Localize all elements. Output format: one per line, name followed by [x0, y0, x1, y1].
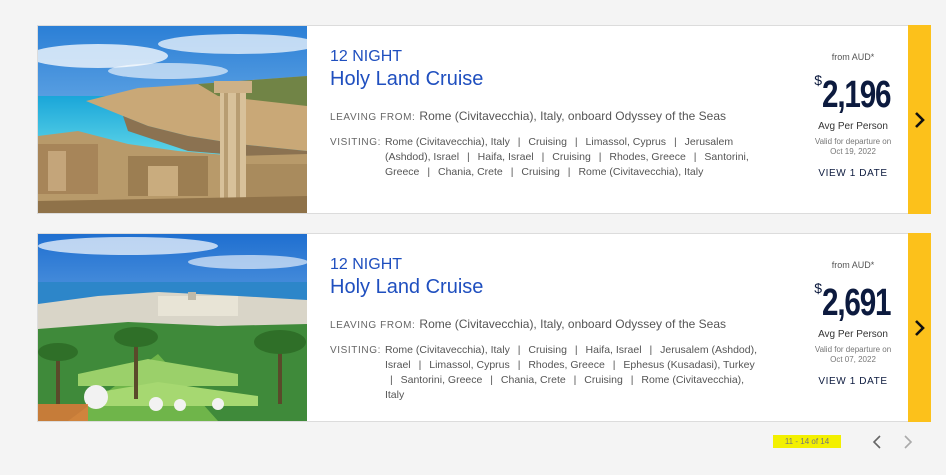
- port-separator: |: [673, 136, 677, 148]
- valid-line-2: Oct 19, 2022: [830, 147, 876, 156]
- visiting-label: VISITING:: [330, 137, 381, 148]
- port-separator: |: [649, 344, 653, 356]
- cruise-card[interactable]: 12 NIGHT Holy Land Cruise LEAVING FROM: R…: [37, 25, 931, 214]
- port-item: Cruising: [528, 344, 567, 356]
- next-page-button[interactable]: [901, 434, 915, 450]
- chevron-right-icon: [914, 111, 925, 128]
- valid-departure: Valid for departure on Oct 07, 2022: [808, 345, 898, 365]
- port-item: Cruising: [528, 136, 567, 148]
- price-amount: $2,196: [808, 72, 898, 117]
- leaving-from-label: LEAVING FROM:: [330, 112, 416, 123]
- leaving-from-value: Rome (Civitavecchia), Italy, onboard Ody…: [419, 109, 726, 123]
- cruise-title[interactable]: Holy Land Cruise: [330, 275, 760, 299]
- leaving-from-value: Rome (Civitavecchia), Italy, onboard Ody…: [419, 317, 726, 331]
- chevron-left-icon: [872, 435, 881, 449]
- currency-symbol: $: [814, 280, 823, 296]
- cruise-title[interactable]: Holy Land Cruise: [330, 67, 760, 91]
- port-separator: |: [517, 344, 521, 356]
- port-item: Haifa, Israel: [477, 151, 534, 163]
- port-item: Cruising: [521, 166, 560, 178]
- view-dates-link[interactable]: VIEW 1 DATE: [808, 168, 898, 179]
- visiting: VISITING: Rome (Civitavecchia), Italy | …: [330, 343, 760, 403]
- valid-line-1: Valid for departure on: [814, 137, 892, 146]
- valid-departure: Valid for departure on Oct 19, 2022: [808, 137, 898, 157]
- price-value: 2,691: [822, 282, 891, 324]
- cruise-nights: 12 NIGHT: [330, 256, 403, 273]
- port-item: Rome (Civitavecchia), Italy: [384, 344, 510, 356]
- port-item: Rhodes, Greece: [609, 151, 686, 163]
- port-list: Rome (Civitavecchia), Italy | Cruising |…: [385, 135, 760, 180]
- port-item: Cruising: [584, 374, 623, 386]
- view-dates-link[interactable]: VIEW 1 DATE: [808, 376, 898, 387]
- cruise-nights: 12 NIGHT: [330, 48, 403, 65]
- avg-per-person: Avg Per Person: [818, 329, 888, 340]
- price-amount: $2,691: [808, 280, 898, 325]
- port-separator: |: [517, 359, 521, 371]
- port-separator: |: [427, 166, 431, 178]
- port-separator: |: [490, 374, 493, 386]
- port-item: Ephesus (Kusadasi), Turkey: [623, 359, 755, 371]
- card-next-button[interactable]: [908, 25, 931, 214]
- price-block: from AUD* $2,196 Avg Per Person Valid fo…: [808, 52, 898, 179]
- port-item: Rome (Civitavecchia), Italy: [384, 136, 510, 148]
- price-block: from AUD* $2,691 Avg Per Person Valid fo…: [808, 260, 898, 387]
- valid-line-1: Valid for departure on: [814, 345, 892, 354]
- port-separator: |: [541, 151, 545, 163]
- visiting-label: VISITING:: [330, 345, 381, 356]
- port-item: Limassol, Cyprus: [429, 359, 510, 371]
- port-list: Rome (Civitavecchia), Italy | Cruising |…: [385, 343, 760, 403]
- card-next-button[interactable]: [908, 233, 931, 422]
- port-separator: |: [574, 136, 578, 148]
- port-separator: |: [573, 374, 577, 386]
- port-item: Santorini, Greece: [400, 374, 483, 386]
- cruise-card[interactable]: 12 NIGHT Holy Land Cruise LEAVING FROM: R…: [37, 233, 931, 422]
- port-item: Rhodes, Greece: [528, 359, 605, 371]
- avg-per-person: Avg Per Person: [818, 121, 888, 132]
- port-item: Limassol, Cyprus: [585, 136, 667, 148]
- pagination: 11 - 14 of 14: [0, 433, 946, 453]
- port-item: Chania, Crete: [437, 166, 503, 178]
- port-separator: |: [510, 166, 514, 178]
- port-separator: |: [574, 344, 578, 356]
- port-item: Cruising: [552, 151, 591, 163]
- port-separator: |: [467, 151, 470, 163]
- currency-symbol: $: [814, 72, 823, 88]
- port-separator: |: [517, 136, 521, 148]
- cruise-photo[interactable]: [38, 26, 307, 213]
- port-separator: |: [612, 359, 616, 371]
- port-item: Haifa, Israel: [585, 344, 642, 356]
- visiting: VISITING: Rome (Civitavecchia), Italy | …: [330, 135, 760, 180]
- port-item: Rome (Civitavecchia), Italy: [578, 166, 704, 178]
- port-separator: |: [598, 151, 602, 163]
- from-currency-label: from AUD*: [831, 52, 875, 62]
- cruise-photo[interactable]: [38, 234, 307, 421]
- leaving-from: LEAVING FROM: Rome (Civitavecchia), Italy…: [330, 316, 760, 334]
- port-item: Chania, Crete: [500, 374, 566, 386]
- previous-page-button[interactable]: [870, 434, 884, 450]
- port-separator: |: [567, 166, 571, 178]
- chevron-right-icon: [914, 319, 925, 336]
- results-count: 11 - 14 of 14: [773, 435, 841, 448]
- port-separator: |: [389, 374, 393, 386]
- leaving-from: LEAVING FROM: Rome (Civitavecchia), Italy…: [330, 108, 760, 126]
- chevron-right-icon: [904, 435, 913, 449]
- port-separator: |: [630, 374, 634, 386]
- from-currency-label: from AUD*: [831, 260, 875, 270]
- port-separator: |: [693, 151, 697, 163]
- leaving-from-label: LEAVING FROM:: [330, 320, 416, 331]
- port-separator: |: [418, 359, 422, 371]
- price-value: 2,196: [822, 74, 891, 116]
- valid-line-2: Oct 07, 2022: [830, 355, 876, 364]
